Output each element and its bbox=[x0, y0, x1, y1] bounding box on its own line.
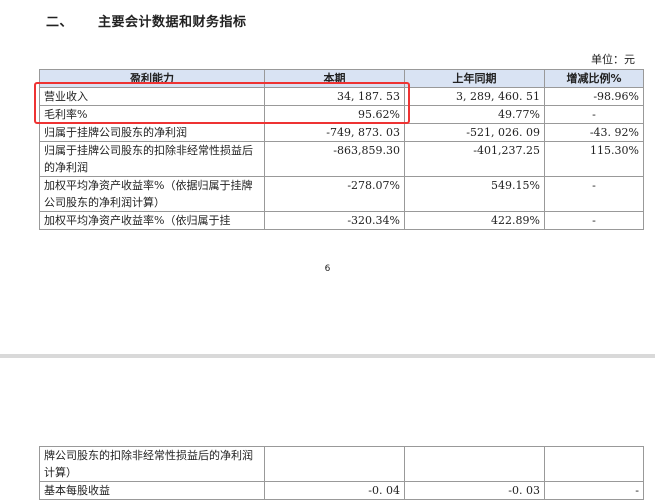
current-value: -749, 873. 03 bbox=[264, 123, 405, 142]
change-value: - bbox=[544, 176, 644, 212]
change-value: - bbox=[544, 211, 644, 230]
row-label: 基本每股收益 bbox=[39, 481, 265, 500]
financial-table-continued: 牌公司股东的扣除非经常性损益后的净利润计算） 基本每股收益 -0. 04 -0.… bbox=[39, 446, 644, 500]
document-page-top: 二、 主要会计数据和财务指标 单位：元 盈利能力 本期 上年同期 增减比例% 营业… bbox=[0, 0, 655, 354]
section-heading: 二、 主要会计数据和财务指标 bbox=[46, 11, 247, 30]
section-title: 主要会计数据和财务指标 bbox=[98, 15, 247, 30]
change-value: -43. 92% bbox=[544, 123, 644, 142]
row-label: 加权平均净资产收益率%（依归属于挂 bbox=[39, 211, 265, 230]
row-label: 加权平均净资产收益率%（依据归属于挂牌公司股东的净利润计算） bbox=[39, 176, 265, 212]
change-value: -98.96% bbox=[544, 87, 644, 106]
section-number: 二、 bbox=[46, 15, 74, 30]
current-value bbox=[264, 446, 405, 482]
highlight-box bbox=[34, 82, 410, 124]
previous-value: 549.15% bbox=[404, 176, 545, 212]
current-value: -863,859.30 bbox=[264, 141, 405, 177]
current-value: -0. 04 bbox=[264, 481, 405, 500]
change-value: - bbox=[544, 105, 644, 124]
previous-value: -521, 026. 09 bbox=[404, 123, 545, 142]
change-value bbox=[544, 446, 644, 482]
table-row: 牌公司股东的扣除非经常性损益后的净利润计算） bbox=[39, 446, 644, 482]
table-row: 基本每股收益 -0. 04 -0. 03 - bbox=[39, 481, 644, 500]
row-label: 归属于挂牌公司股东的净利润 bbox=[39, 123, 265, 142]
header-prior-period: 上年同期 bbox=[404, 69, 545, 88]
page-number: 6 bbox=[324, 264, 331, 274]
previous-value: 422.89% bbox=[404, 211, 545, 230]
current-value: -320.34% bbox=[264, 211, 405, 230]
row-label: 归属于挂牌公司股东的扣除非经常性损益后的净利润 bbox=[39, 141, 265, 177]
previous-value: 3, 289, 460. 51 bbox=[404, 87, 545, 106]
previous-value bbox=[404, 446, 545, 482]
previous-value: 49.77% bbox=[404, 105, 545, 124]
change-value: - bbox=[544, 481, 644, 500]
previous-value: -0. 03 bbox=[404, 481, 545, 500]
header-change-pct: 增减比例% bbox=[544, 69, 644, 88]
change-value: 115.30% bbox=[544, 141, 644, 177]
previous-value: -401,237.25 bbox=[404, 141, 545, 177]
unit-label: 单位：元 bbox=[591, 53, 635, 66]
table-row: 加权平均净资产收益率%（依归属于挂 -320.34% 422.89% - bbox=[39, 211, 644, 230]
table-row: 加权平均净资产收益率%（依据归属于挂牌公司股东的净利润计算） -278.07% … bbox=[39, 176, 644, 212]
row-label: 牌公司股东的扣除非经常性损益后的净利润计算） bbox=[39, 446, 265, 482]
table-row: 归属于挂牌公司股东的扣除非经常性损益后的净利润 -863,859.30 -401… bbox=[39, 141, 644, 177]
current-value: -278.07% bbox=[264, 176, 405, 212]
table-row: 归属于挂牌公司股东的净利润 -749, 873. 03 -521, 026. 0… bbox=[39, 123, 644, 142]
